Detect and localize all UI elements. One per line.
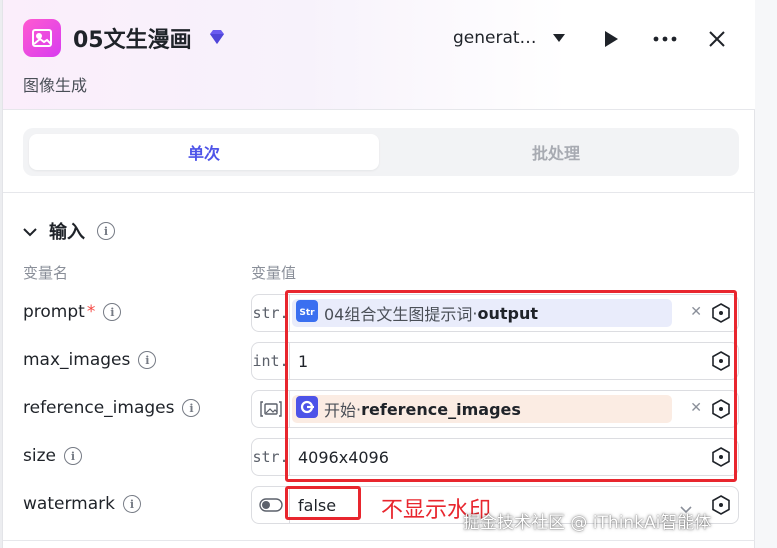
node-subtitle: 图像生成 — [23, 76, 88, 95]
param-field-reference-images[interactable]: 开始 · reference_images ✕ — [251, 390, 739, 428]
variable-reference-chip[interactable]: Str 04组合文生图提示词 · output — [292, 299, 672, 327]
image-icon — [23, 19, 61, 57]
param-value[interactable]: 4096x4096 — [298, 448, 389, 467]
remove-icon[interactable]: ✕ — [690, 304, 702, 320]
required-mark: * — [86, 302, 96, 322]
param-label-max-images: max_images i — [23, 350, 157, 370]
param-value[interactable]: 1 — [298, 352, 308, 371]
column-label-name: 变量名 — [23, 264, 69, 282]
panel-header — [3, 0, 756, 110]
image-list-icon — [252, 391, 290, 427]
model-select-value: generat… — [453, 28, 537, 48]
param-field-size[interactable]: str. 4096x4096 — [251, 438, 739, 476]
caret-down-icon — [552, 28, 565, 48]
tab-batch[interactable]: 批处理 — [381, 134, 731, 170]
param-label-size: size i — [23, 446, 82, 466]
canvas-edge — [755, 0, 777, 548]
param-field-max-images[interactable]: int. 1 — [251, 342, 739, 380]
tab-single[interactable]: 单次 — [29, 134, 379, 170]
info-icon[interactable]: i — [63, 447, 82, 465]
divider — [3, 540, 756, 541]
model-select[interactable]: generat… — [453, 28, 565, 48]
param-value[interactable]: false — [298, 496, 336, 515]
node-config-panel: 05文生漫画 图像生成 generat… 单次 批处理 输入 i 变量名 变量值… — [2, 0, 756, 548]
info-icon[interactable]: i — [103, 303, 122, 321]
run-mode-tabs: 单次 批处理 — [23, 128, 739, 176]
info-icon[interactable]: i — [138, 351, 157, 369]
param-label-prompt: prompt * i — [23, 302, 122, 322]
close-button[interactable] — [705, 26, 729, 52]
run-button[interactable] — [599, 26, 623, 52]
param-label-watermark: watermark i — [23, 494, 141, 514]
divider — [3, 192, 756, 193]
page-title: 05文生漫画 — [73, 28, 192, 53]
more-icon — [653, 36, 677, 42]
node-icon: Str — [296, 300, 318, 326]
variable-select-icon[interactable] — [711, 351, 731, 371]
variable-select-icon[interactable] — [711, 447, 731, 467]
chevron-down-icon — [23, 221, 37, 242]
start-node-icon — [296, 396, 318, 422]
variable-select-icon[interactable] — [711, 495, 731, 515]
remove-icon[interactable]: ✕ — [690, 400, 702, 416]
variable-select-icon[interactable] — [711, 303, 731, 323]
info-icon[interactable]: i — [182, 399, 201, 417]
gem-icon — [208, 29, 226, 49]
variable-select-icon[interactable] — [711, 399, 731, 419]
input-section-header[interactable]: 输入 i — [23, 218, 115, 244]
watermark-text: 掘金技术社区 @ iThinkAi智能体 — [463, 513, 712, 533]
type-indicator: int. — [252, 343, 290, 379]
variable-reference-chip[interactable]: 开始 · reference_images — [292, 395, 672, 423]
param-label-reference-images: reference_images i — [23, 398, 201, 418]
section-title: 输入 — [49, 222, 85, 243]
more-button[interactable] — [651, 26, 679, 52]
svg-text:Str: Str — [299, 308, 315, 318]
param-field-prompt[interactable]: str. Str 04组合文生图提示词 · output ✕ — [251, 294, 739, 332]
close-icon — [709, 31, 725, 47]
info-icon[interactable]: i — [97, 222, 115, 240]
type-indicator: str. — [252, 295, 290, 331]
type-indicator: str. — [252, 439, 290, 475]
info-icon[interactable]: i — [122, 495, 141, 513]
play-icon — [605, 31, 618, 47]
toggle-icon — [252, 487, 290, 523]
column-label-value: 变量值 — [251, 264, 297, 282]
